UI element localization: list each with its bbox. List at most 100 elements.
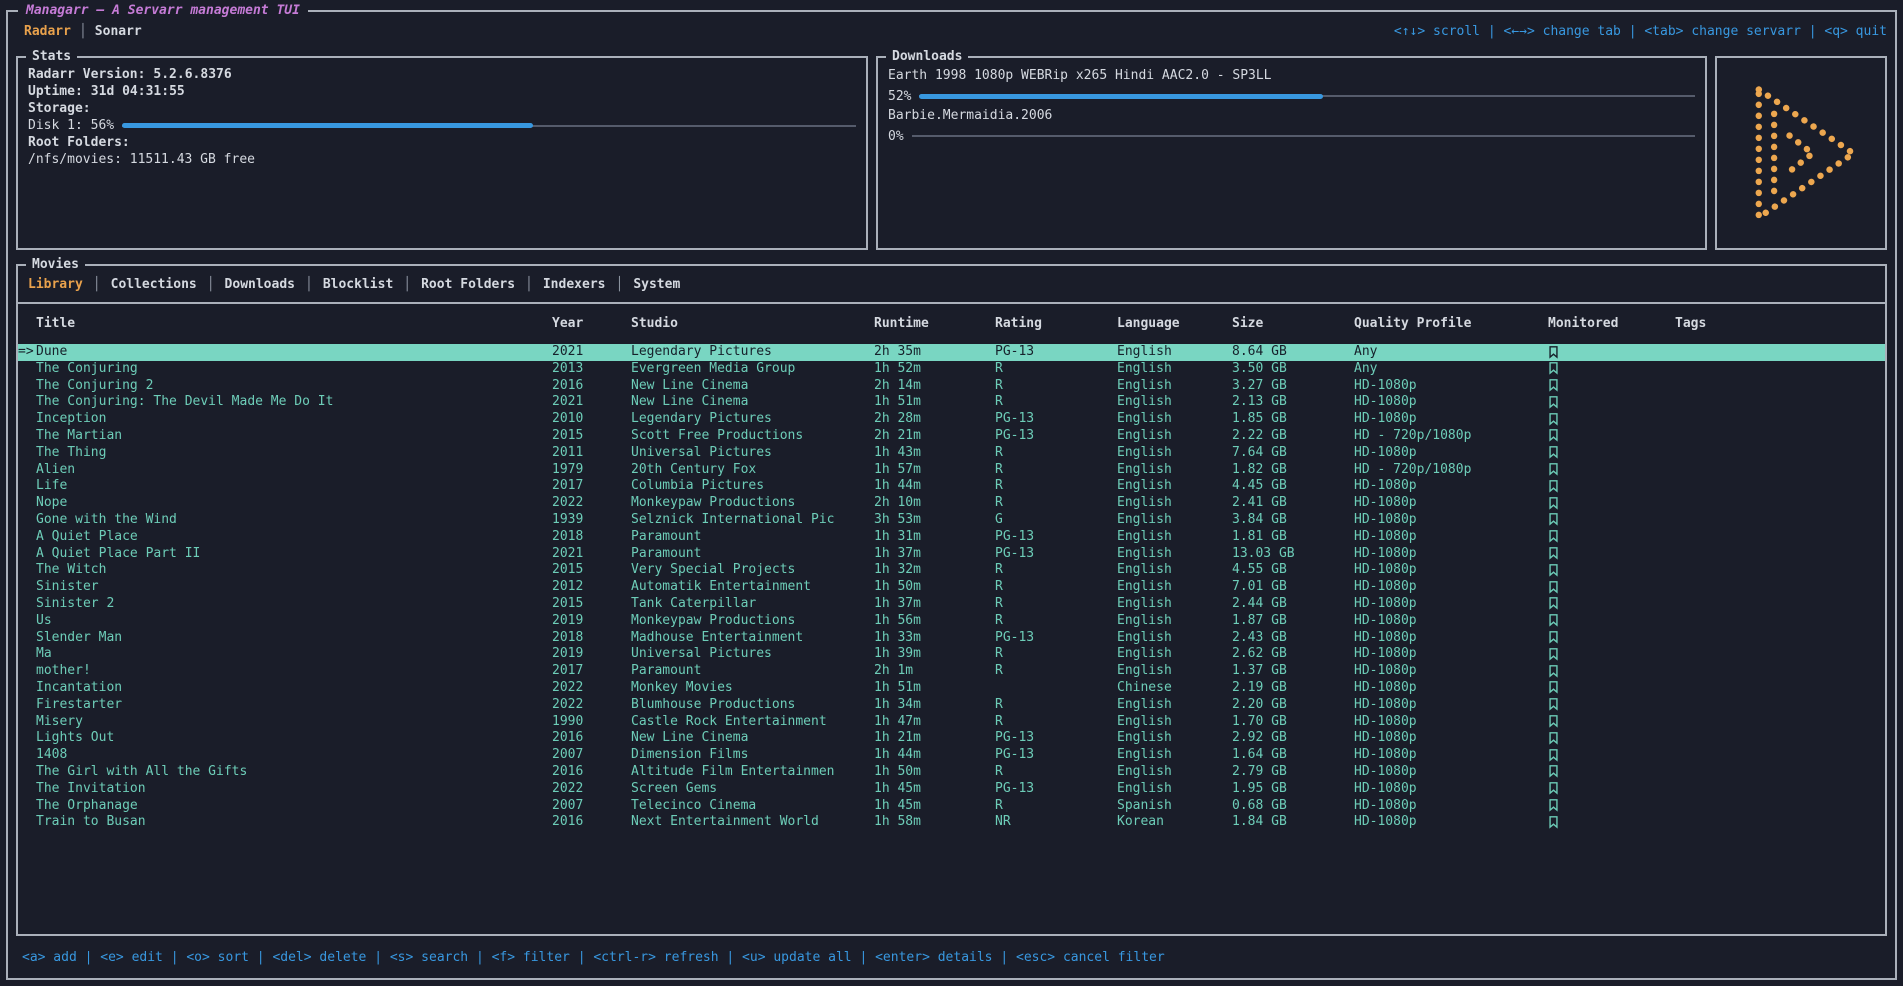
movie-title: Train to Busan — [36, 814, 552, 831]
movie-size: 3.27 GB — [1232, 378, 1354, 395]
movie-row[interactable]: The Conjuring2013Evergreen Media Group1h… — [18, 361, 1885, 378]
movies-tab-collections[interactable]: Collections — [101, 277, 207, 292]
movie-row[interactable]: The Girl with All the Gifts2016Altitude … — [18, 764, 1885, 781]
movie-rating: R — [995, 764, 1117, 781]
movie-row[interactable]: Life2017Columbia Pictures1h 44mREnglish4… — [18, 478, 1885, 495]
movie-row[interactable]: The Conjuring: The Devil Made Me Do It20… — [18, 394, 1885, 411]
movie-size: 1.95 GB — [1232, 781, 1354, 798]
tab-separator: │ — [93, 277, 101, 292]
movie-row[interactable]: Lights Out2016New Line Cinema1h 21mPG-13… — [18, 730, 1885, 747]
movie-language: English — [1117, 646, 1232, 663]
download-progress-track — [912, 126, 1695, 146]
movie-rating: R — [995, 394, 1117, 411]
movie-monitored — [1548, 579, 1675, 596]
movie-size: 2.20 GB — [1232, 697, 1354, 714]
movie-language: English — [1117, 411, 1232, 428]
radarr-version-line: Radarr Version: 5.2.6.8376 — [28, 66, 856, 83]
movies-tab-root-folders[interactable]: Root Folders — [411, 277, 525, 292]
movie-language: English — [1117, 764, 1232, 781]
servarr-tab-sonarr[interactable]: Sonarr — [87, 24, 150, 39]
row-selection-marker: => — [18, 344, 36, 361]
movie-language: Spanish — [1117, 798, 1232, 815]
movie-language: Korean — [1117, 814, 1232, 831]
movie-row[interactable]: The Witch2015Very Special Projects1h 32m… — [18, 562, 1885, 579]
movie-year: 1939 — [552, 512, 631, 529]
movie-language: English — [1117, 344, 1232, 361]
movie-row[interactable]: Sinister2012Automatik Entertainment1h 50… — [18, 579, 1885, 596]
download-item-title: Earth 1998 1080p WEBRip x265 Hindi AAC2.… — [888, 66, 1695, 86]
movie-quality-profile: HD - 720p/1080p — [1354, 428, 1548, 445]
tab-separator: │ — [305, 277, 313, 292]
movie-title: Dune — [36, 344, 552, 361]
movie-year: 2007 — [552, 747, 631, 764]
movie-row[interactable]: The Conjuring 22016New Line Cinema2h 14m… — [18, 378, 1885, 395]
movie-year: 2011 — [552, 445, 631, 462]
movie-runtime: 1h 44m — [874, 747, 995, 764]
movie-quality-profile: Any — [1354, 361, 1548, 378]
movie-row[interactable]: =>Dune2021Legendary Pictures2h 35mPG-13E… — [18, 344, 1885, 361]
bookmark-icon — [1548, 345, 1559, 359]
movie-language: Chinese — [1117, 680, 1232, 697]
movie-row[interactable]: Misery1990Castle Rock Entertainment1h 47… — [18, 714, 1885, 731]
movie-size: 1.82 GB — [1232, 462, 1354, 479]
movie-quality-profile: HD-1080p — [1354, 579, 1548, 596]
movie-row[interactable]: A Quiet Place2018Paramount1h 31mPG-13Eng… — [18, 529, 1885, 546]
movie-year: 2017 — [552, 663, 631, 680]
movie-runtime: 1h 50m — [874, 764, 995, 781]
movies-tab-indexers[interactable]: Indexers — [533, 277, 616, 292]
movie-row[interactable]: Ma2019Universal Pictures1h 39mREnglish2.… — [18, 646, 1885, 663]
movie-studio: Next Entertainment World — [631, 814, 874, 831]
bookmark-icon — [1548, 428, 1559, 442]
movie-row[interactable]: The Invitation2022Screen Gems1h 45mPG-13… — [18, 781, 1885, 798]
movie-quality-profile: HD-1080p — [1354, 781, 1548, 798]
movie-runtime: 1h 33m — [874, 630, 995, 647]
movie-row[interactable]: Train to Busan2016Next Entertainment Wor… — [18, 814, 1885, 831]
movie-row[interactable]: Inception2010Legendary Pictures2h 28mPG-… — [18, 411, 1885, 428]
tab-separator: │ — [79, 24, 87, 39]
movie-studio: Monkey Movies — [631, 680, 874, 697]
movie-row[interactable]: Sinister 22015Tank Caterpillar1h 37mREng… — [18, 596, 1885, 613]
movies-tab-blocklist[interactable]: Blocklist — [313, 277, 403, 292]
movie-row[interactable]: Firestarter2022Blumhouse Productions1h 3… — [18, 697, 1885, 714]
bookmark-icon — [1548, 613, 1559, 627]
movie-size: 2.22 GB — [1232, 428, 1354, 445]
movie-quality-profile: HD-1080p — [1354, 394, 1548, 411]
tab-separator: │ — [403, 277, 411, 292]
movie-row[interactable]: Alien197920th Century Fox1h 57mREnglish1… — [18, 462, 1885, 479]
movie-monitored — [1548, 596, 1675, 613]
movie-row[interactable]: Slender Man2018Madhouse Entertainment1h … — [18, 630, 1885, 647]
movie-runtime: 2h 21m — [874, 428, 995, 445]
movie-rating: R — [995, 579, 1117, 596]
movie-row[interactable]: Us2019Monkeypaw Productions1h 56mREnglis… — [18, 613, 1885, 630]
movie-quality-profile: HD-1080p — [1354, 814, 1548, 831]
movie-size: 1.85 GB — [1232, 411, 1354, 428]
movie-row[interactable]: The Martian2015Scott Free Productions2h … — [18, 428, 1885, 445]
movie-title: The Invitation — [36, 781, 552, 798]
servarr-tab-radarr[interactable]: Radarr — [16, 24, 79, 39]
movie-quality-profile: HD-1080p — [1354, 663, 1548, 680]
movies-tab-library[interactable]: Library — [18, 277, 93, 292]
root-folder-line: /nfs/movies: 11511.43 GB free — [28, 151, 856, 168]
movie-year: 2022 — [552, 495, 631, 512]
movie-size: 1.87 GB — [1232, 613, 1354, 630]
storage-label: Storage: — [28, 101, 91, 116]
movies-tab-downloads[interactable]: Downloads — [215, 277, 305, 292]
movie-title: mother! — [36, 663, 552, 680]
movie-row[interactable]: The Orphanage2007Telecinco Cinema1h 45mR… — [18, 798, 1885, 815]
movie-row[interactable]: 14082007Dimension Films1h 44mPG-13Englis… — [18, 747, 1885, 764]
movie-title: The Conjuring 2 — [36, 378, 552, 395]
movie-row[interactable]: A Quiet Place Part II2021Paramount1h 37m… — [18, 546, 1885, 563]
movie-row[interactable]: Nope2022Monkeypaw Productions2h 10mREngl… — [18, 495, 1885, 512]
movie-row[interactable]: mother!2017Paramount2h 1mREnglish1.37 GB… — [18, 663, 1885, 680]
movie-row[interactable]: Gone with the Wind1939Selznick Internati… — [18, 512, 1885, 529]
movies-tab-system[interactable]: System — [623, 277, 690, 292]
bookmark-icon — [1548, 748, 1559, 762]
movie-size: 2.43 GB — [1232, 630, 1354, 647]
movie-row[interactable]: Incantation2022Monkey Movies1h 51mChines… — [18, 680, 1885, 697]
movie-monitored — [1548, 428, 1675, 445]
movie-studio: Paramount — [631, 663, 874, 680]
movie-rating: R — [995, 697, 1117, 714]
column-header-tags: Tags — [1675, 316, 1885, 333]
movie-language: English — [1117, 781, 1232, 798]
movie-row[interactable]: The Thing2011Universal Pictures1h 43mREn… — [18, 445, 1885, 462]
